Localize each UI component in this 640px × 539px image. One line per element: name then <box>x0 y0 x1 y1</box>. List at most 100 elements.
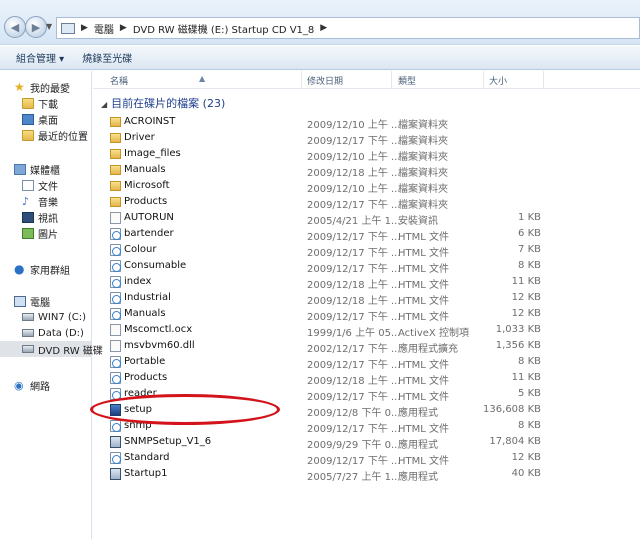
burn-to-disc-button[interactable]: 燒錄至光碟 <box>82 50 132 65</box>
breadcrumb-chevron-icon[interactable]: ▶ <box>320 23 327 33</box>
file-date: 2005/4/21 上午 1... <box>307 216 401 227</box>
file-size: 1,033 KB <box>495 324 541 335</box>
column-header-date[interactable]: 修改日期 <box>307 74 343 87</box>
file-row[interactable]: Products 2009/12/18 上午 ... HTML 文件 11 KB <box>93 370 640 387</box>
column-divider[interactable] <box>301 71 302 89</box>
file-name: msvbvm60.dll <box>124 340 195 351</box>
file-row[interactable]: Microsoft 2009/12/10 上午 ... 檔案資料夾 <box>93 178 640 195</box>
file-date: 2009/12/17 下午 ... <box>307 248 401 259</box>
column-divider[interactable] <box>391 71 392 89</box>
file-date: 2009/12/17 下午 ... <box>307 456 401 467</box>
nav-desktop[interactable]: 桌面 <box>22 111 58 127</box>
nav-videos[interactable]: 視訊 <box>22 209 58 225</box>
nav-favorites-label: 我的最愛 <box>30 83 70 95</box>
nav-recent[interactable]: 最近的位置 <box>22 127 88 143</box>
file-row[interactable]: Consumable 2009/12/17 下午 ... HTML 文件 8 KB <box>93 258 640 275</box>
file-row[interactable]: Products 2009/12/17 下午 ... 檔案資料夾 <box>93 194 640 211</box>
column-divider[interactable] <box>483 71 484 89</box>
file-row[interactable]: Manuals 2009/12/17 下午 ... HTML 文件 12 KB <box>93 306 640 323</box>
file-row[interactable]: ACROINST 2009/12/10 上午 ... 檔案資料夾 <box>93 114 640 131</box>
column-header-type[interactable]: 類型 <box>398 74 416 87</box>
folder-icon <box>110 117 121 127</box>
pictures-icon <box>22 227 34 239</box>
file-name: Portable <box>124 356 166 367</box>
nav-pictures[interactable]: 圖片 <box>22 225 58 241</box>
file-row[interactable]: Image_files 2009/12/10 上午 ... 檔案資料夾 <box>93 146 640 163</box>
file-size: 8 KB <box>518 356 541 367</box>
nav-network[interactable]: ◉ 網路 <box>14 377 50 393</box>
file-size: 11 KB <box>511 276 541 287</box>
file-date: 2009/9/29 下午 0... <box>307 440 401 451</box>
file-type: HTML 文件 <box>398 248 450 259</box>
file-name: Microsoft <box>124 180 170 191</box>
file-date: 2009/12/10 上午 ... <box>307 152 401 163</box>
nav-drive-c-label: WIN7 (C:) <box>38 311 87 323</box>
breadcrumb-chevron-icon[interactable]: ▶ <box>81 23 88 33</box>
group-header[interactable]: ◢ 目前在碟片的檔案 (23) <box>101 95 225 111</box>
nav-recent-label: 最近的位置 <box>38 131 88 143</box>
html-file-icon <box>110 276 121 288</box>
file-type: HTML 文件 <box>398 312 450 323</box>
back-button[interactable]: ◀ <box>4 16 26 38</box>
breadcrumb-computer[interactable]: 電腦 <box>94 21 114 36</box>
breadcrumb-dvd-drive[interactable]: DVD RW 磁碟機 (E:) Startup CD V1_8 <box>133 21 314 36</box>
file-size: 6 KB <box>518 228 541 239</box>
file-type: 檔案資料夾 <box>398 120 448 131</box>
column-header-size[interactable]: 大小 <box>489 74 507 87</box>
file-name: Industrial <box>124 292 171 303</box>
file-type: 應用程式 <box>398 472 438 483</box>
nav-drive-e[interactable]: DVD RW 磁碟 <box>0 341 103 357</box>
column-divider[interactable] <box>543 71 544 89</box>
nav-music-label: 音樂 <box>38 197 58 209</box>
file-row[interactable]: Driver 2009/12/17 下午 ... 檔案資料夾 <box>93 130 640 147</box>
breadcrumb-chevron-icon[interactable]: ▶ <box>120 23 127 33</box>
file-row[interactable]: Mscomctl.ocx 1999/1/6 上午 05... ActiveX 控制項… <box>93 322 640 339</box>
nav-downloads[interactable]: 下載 <box>22 95 58 111</box>
file-row[interactable]: index 2009/12/18 上午 ... HTML 文件 11 KB <box>93 274 640 291</box>
file-name: Products <box>124 372 168 383</box>
nav-computer[interactable]: 電腦 <box>14 293 50 309</box>
file-type: 應用程式擴充 <box>398 344 458 355</box>
file-row[interactable]: Manuals 2009/12/18 上午 ... 檔案資料夾 <box>93 162 640 179</box>
file-row[interactable]: Startup1 2005/7/27 上午 1... 應用程式 40 KB <box>93 466 640 483</box>
nav-libraries-label: 媒體櫃 <box>30 165 60 177</box>
file-list-pane: ▲ 名稱 修改日期 類型 大小 ◢ 目前在碟片的檔案 (23) ACROINST 2… <box>90 71 640 539</box>
nav-favorites[interactable]: ★ 我的最愛 <box>14 79 70 95</box>
column-header-name[interactable]: 名稱 <box>110 74 128 87</box>
nav-drive-d[interactable]: Data (D:) <box>22 325 84 341</box>
file-date: 2009/12/17 下午 ... <box>307 312 401 323</box>
file-date: 2009/12/17 下午 ... <box>307 200 401 211</box>
nav-videos-label: 視訊 <box>38 213 58 225</box>
file-row[interactable]: SNMPSetup_V1_6 2009/9/29 下午 0... 應用程式 17,80… <box>93 434 640 451</box>
file-date: 2009/12/17 下午 ... <box>307 392 401 403</box>
file-row[interactable]: bartender 2009/12/17 下午 ... HTML 文件 6 KB <box>93 226 640 243</box>
recent-places-icon <box>22 129 34 141</box>
file-name: bartender <box>124 228 174 239</box>
command-toolbar: 組合管理 ▾ 燒錄至光碟 <box>0 46 640 70</box>
nav-homegroup[interactable]: ● 家用群組 <box>14 261 70 277</box>
file-row[interactable]: Portable 2009/12/17 下午 ... HTML 文件 8 KB <box>93 354 640 371</box>
file-size: 7 KB <box>518 244 541 255</box>
file-name: Manuals <box>124 308 166 319</box>
file-row[interactable]: Colour 2009/12/17 下午 ... HTML 文件 7 KB <box>93 242 640 259</box>
forward-button[interactable]: ▶ <box>25 16 47 38</box>
nav-drive-c[interactable]: WIN7 (C:) <box>22 309 86 325</box>
nav-libraries[interactable]: 媒體櫃 <box>14 161 60 177</box>
nav-documents[interactable]: 文件 <box>22 177 58 193</box>
file-row[interactable]: Industrial 2009/12/18 上午 ... HTML 文件 12 KB <box>93 290 640 307</box>
collapse-triangle-icon[interactable]: ◢ <box>101 100 107 109</box>
nav-downloads-label: 下載 <box>38 99 58 111</box>
file-row[interactable]: msvbvm60.dll 2002/12/17 下午 ... 應用程式擴充 1,356… <box>93 338 640 355</box>
file-size: 1,356 KB <box>495 340 541 351</box>
nav-desktop-label: 桌面 <box>38 115 58 127</box>
file-row[interactable]: AUTORUN 2005/4/21 上午 1... 安裝資訊 1 KB <box>93 210 640 227</box>
folder-icon <box>110 133 121 143</box>
file-row[interactable]: Standard 2009/12/17 下午 ... HTML 文件 12 KB <box>93 450 640 467</box>
recent-pages-dropdown-icon[interactable]: ▼ <box>46 22 52 31</box>
organize-button[interactable]: 組合管理 ▾ <box>16 50 64 65</box>
file-date: 2009/12/8 下午 0... <box>307 408 401 419</box>
folder-icon <box>110 149 121 159</box>
music-icon: ♪ <box>22 194 30 208</box>
nav-music[interactable]: ♪ 音樂 <box>22 193 58 209</box>
address-box[interactable]: ▶ 電腦 ▶ DVD RW 磁碟機 (E:) Startup CD V1_8 ▶ <box>56 17 640 39</box>
